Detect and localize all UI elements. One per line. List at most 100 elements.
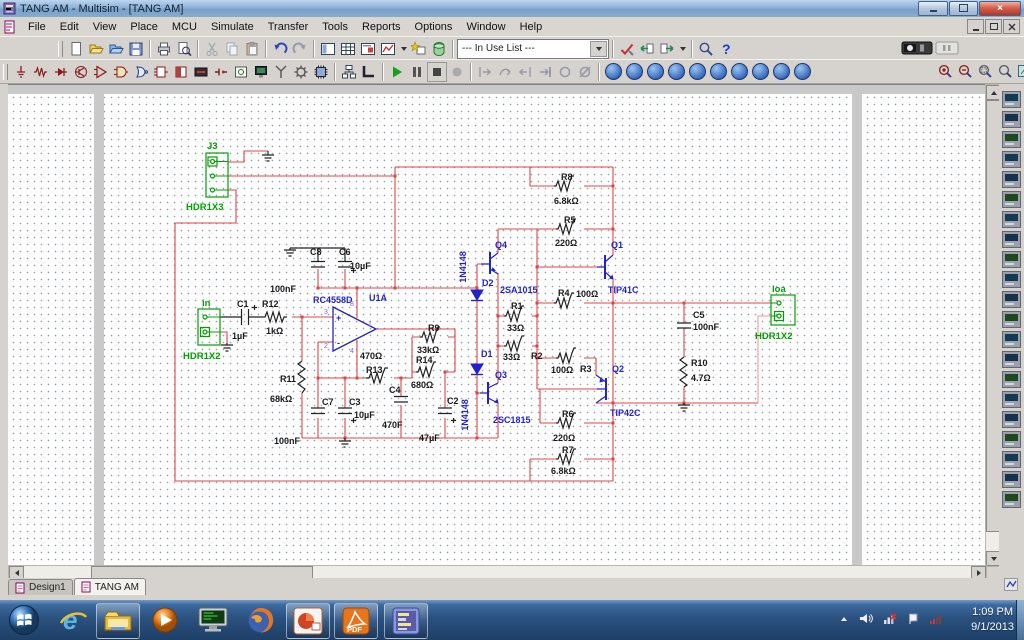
mdi-restore-button[interactable] [985,19,1002,34]
label-u1a[interactable]: U1A [369,293,388,303]
value-c5[interactable]: 100nF [693,322,720,332]
place-cmos-icon[interactable] [131,62,151,82]
label-c8[interactable]: C8 [310,247,322,257]
frequency-counter-icon[interactable] [1002,211,1021,228]
label-r9[interactable]: R9 [428,323,440,333]
tektronix-oscilloscope-icon[interactable] [1002,431,1021,448]
agilent-function-generator-icon[interactable] [1002,371,1021,388]
copy-button[interactable] [222,39,242,59]
place-diode-icon[interactable] [51,62,71,82]
media-player-icon[interactable] [144,603,186,637]
function-generator-icon[interactable] [1002,111,1021,128]
agilent-multimeter-icon[interactable] [1002,391,1021,408]
value-r3[interactable]: 100Ω [551,365,573,375]
probe-settings-icon[interactable] [773,63,790,80]
value-r6[interactable]: 220Ω [553,433,575,443]
print-button[interactable] [154,39,174,59]
label-q4[interactable]: Q4 [495,240,507,250]
toolbar-grip[interactable] [58,41,63,57]
value-r5[interactable]: 220Ω [555,238,577,248]
value-r12[interactable]: 1kΩ [266,326,283,336]
in-use-list-dropdown-arrow[interactable] [590,41,607,57]
value-r4[interactable]: 100Ω [576,289,598,299]
value-u1a[interactable]: RC4558D [313,295,353,305]
menu-options[interactable]: Options [408,19,460,35]
label-r7[interactable]: R7 [562,445,574,455]
probe-phase-icon[interactable] [731,63,748,80]
place-misc-icon[interactable] [231,62,251,82]
oscilloscope-icon[interactable] [1002,151,1021,168]
database-manager-button[interactable] [429,39,449,59]
value-q2[interactable]: TIP42C [610,408,641,418]
menu-file[interactable]: File [21,19,53,35]
label-r13[interactable]: R13 [366,365,383,375]
value-r14[interactable]: 680Ω [411,380,433,390]
place-electromechanical-icon[interactable] [291,62,311,82]
menu-tools[interactable]: Tools [315,19,355,35]
label-c5[interactable]: C5 [693,310,705,320]
value-r7[interactable]: 6.8kΩ [551,466,576,476]
value-c3[interactable]: 10µF [354,410,375,420]
firefox-icon[interactable] [240,603,282,637]
mdi-minimize-button[interactable] [967,19,984,34]
label-c6[interactable]: C6 [339,247,351,257]
find-button[interactable] [696,39,716,59]
multimeter-icon[interactable] [1002,91,1021,108]
iv-analyzer-icon[interactable] [1002,291,1021,308]
label-loa[interactable]: loa [772,284,786,295]
schematic-canvas[interactable]: J3 HDR1X3 in HDR1X2 loa HDR1X2 C1 1µF R1… [8,84,985,566]
label-r11[interactable]: R11 [280,374,296,384]
place-power-icon[interactable] [211,62,231,82]
label-c1[interactable]: C1 [237,299,249,309]
place-source-icon[interactable] [11,62,31,82]
erc-button[interactable] [617,39,637,59]
undo-button[interactable] [270,39,290,59]
label-q1[interactable]: Q1 [611,240,623,250]
label-r10[interactable]: R10 [691,358,708,368]
toggle-breakpoint-button[interactable] [555,62,575,82]
value-d1[interactable]: 1N4148 [460,399,470,431]
label-d2[interactable]: D2 [482,278,494,288]
place-mixed-icon[interactable] [171,62,191,82]
label-r4[interactable]: R4 [558,288,570,298]
close-button[interactable]: × [979,1,1021,16]
cut-button[interactable] [202,39,222,59]
place-analog-icon[interactable] [91,62,111,82]
menu-edit[interactable]: Edit [53,19,86,35]
multisim-icon[interactable] [384,603,428,639]
value-c6[interactable]: 10µF [350,261,371,271]
network-analyzer-icon[interactable] [1002,351,1021,368]
paste-button[interactable] [242,39,262,59]
value-c7[interactable]: 100nF [274,436,301,446]
pause-simulation[interactable] [934,38,960,58]
label-c3[interactable]: C3 [349,397,361,407]
hierarchy-icon[interactable] [339,62,359,82]
back-annotate-button[interactable] [637,39,657,59]
wattmeter-icon[interactable] [1002,131,1021,148]
menu-view[interactable]: View [86,19,124,35]
menu-transfer[interactable]: Transfer [261,19,316,35]
menu-window[interactable]: Window [459,19,512,35]
grapher-dropdown[interactable] [398,39,409,59]
menu-help[interactable]: Help [513,19,550,35]
place-bus-icon[interactable] [359,62,379,82]
stop-button[interactable] [427,62,447,82]
label-r1[interactable]: R1 [511,301,523,311]
tab-design1[interactable]: Design1 [8,579,73,595]
in-use-list-combobox[interactable]: --- In Use List --- [457,39,609,59]
record-button[interactable] [447,62,467,82]
bode-plotter-icon[interactable] [1002,191,1021,208]
label-c4[interactable]: C4 [389,385,401,395]
console-icon[interactable] [192,603,234,637]
volume-icon[interactable] [859,612,873,628]
logic-analyzer-icon[interactable] [1002,251,1021,268]
label-c2[interactable]: C2 [447,396,459,406]
label-r3[interactable]: R3 [580,364,592,374]
place-rf-icon[interactable] [271,62,291,82]
menu-reports[interactable]: Reports [355,19,408,35]
show-desktop-button[interactable] [1016,600,1024,640]
place-mcu-icon[interactable] [311,62,331,82]
save-button[interactable] [126,39,146,59]
redo-button[interactable] [290,39,310,59]
label-d1[interactable]: D1 [481,349,493,359]
